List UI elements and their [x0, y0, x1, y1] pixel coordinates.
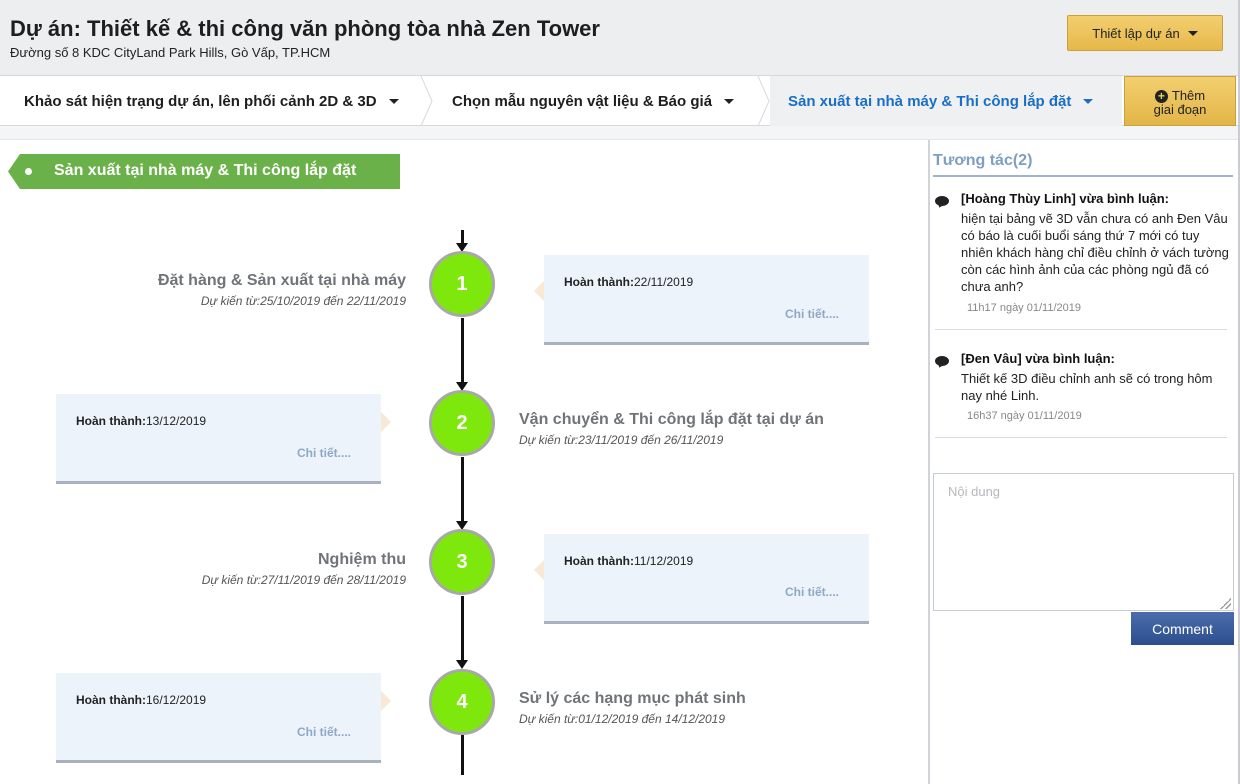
detail-link[interactable]: Chi tiết.... — [785, 307, 839, 321]
completed-date: Hoàn thành:13/12/2019 — [76, 414, 206, 428]
project-page: Dự án: Thiết kế & thi công văn phòng tòa… — [0, 0, 1240, 784]
completed-date: Hoàn thành:11/12/2019 — [564, 554, 693, 568]
stage-planned-date: Dự kiến từ:25/10/2019 đến 22/11/2019 — [200, 294, 406, 308]
completed-label: Hoàn thành: — [564, 275, 634, 289]
add-stage-line1: Thêm — [1171, 88, 1206, 103]
detail-link[interactable]: Chi tiết.... — [297, 446, 351, 460]
add-stage-line2: giai đoạn — [1153, 102, 1207, 118]
bullet-icon — [25, 168, 32, 175]
stage-title: Nghiệm thu — [318, 551, 406, 568]
completed-value: 11/12/2019 — [634, 554, 694, 568]
resize-handle-icon[interactable] — [1220, 598, 1231, 609]
comment-bubble-icon — [935, 196, 949, 206]
stage-node[interactable]: 3 — [429, 529, 495, 595]
chevron-down-icon — [724, 98, 735, 104]
comment-author: [Đen Vâu] vừa bình luận: — [961, 351, 1115, 366]
timeline-line — [461, 230, 464, 243]
timeline-line — [461, 318, 464, 382]
completed-label: Hoàn thành: — [564, 554, 634, 568]
card-pointer — [534, 560, 544, 580]
completed-date: Hoàn thành:16/12/2019 — [76, 693, 206, 707]
comment-bubble-icon — [935, 356, 949, 366]
card-pointer — [381, 691, 391, 711]
tab-label: Sản xuất tại nhà máy & Thi công lắp đặt — [788, 92, 1072, 110]
card-pointer — [534, 281, 544, 301]
project-header: Dự án: Thiết kế & thi công văn phòng tòa… — [0, 0, 1238, 76]
chevron-down-icon — [1083, 98, 1094, 104]
divider — [933, 175, 1233, 177]
comment-time: 16h37 ngày 01/11/2019 — [967, 410, 1082, 422]
tab-production[interactable]: Sản xuất tại nhà máy & Thi công lắp đặt — [770, 76, 1122, 126]
stage-card: Hoàn thành:11/12/2019 Chi tiết.... — [544, 534, 869, 624]
divider — [935, 437, 1227, 438]
chevron-down-icon — [388, 98, 399, 104]
project-address: Đường số 8 KDC CityLand Park Hills, Gò V… — [10, 45, 331, 60]
completed-value: 22/11/2019 — [634, 275, 694, 289]
tab-survey[interactable]: Khảo sát hiện trạng dự án, lên phối cảnh… — [0, 76, 424, 126]
divider — [0, 126, 1238, 140]
completed-date: Hoàn thành:22/11/2019 — [564, 275, 693, 289]
detail-link[interactable]: Chi tiết.... — [785, 585, 839, 599]
stage-planned-date: Dự kiến từ:27/11/2019 đến 28/11/2019 — [201, 573, 406, 587]
comment-text: Thiết kế 3D điều chỉnh anh sẽ có trong h… — [961, 371, 1213, 403]
divider — [935, 329, 1227, 330]
sidebar-title: Tương tác(2) — [933, 152, 1033, 169]
project-setup-label: Thiết lập dự án — [1092, 25, 1180, 41]
completed-label: Hoàn thành: — [76, 414, 146, 428]
tab-materials[interactable]: Chọn mẫu nguyên vật liệu & Báo giá — [434, 76, 762, 126]
card-pointer — [381, 412, 391, 432]
tab-separator — [757, 76, 770, 126]
stage-node[interactable]: 4 — [429, 669, 495, 735]
interaction-sidebar: Tương tác(2) [Hoàng Thùy Linh] vừa bình … — [928, 140, 1238, 784]
stage-node[interactable]: 2 — [429, 390, 495, 456]
stage-card: Hoàn thành:16/12/2019 Chi tiết.... — [56, 673, 381, 763]
completed-value: 13/12/2019 — [146, 414, 207, 428]
tab-separator — [420, 76, 433, 126]
tab-label: Khảo sát hiện trạng dự án, lên phối cảnh… — [24, 92, 377, 110]
stage-title: Vận chuyển & Thi công lắp đặt tại dự án — [519, 411, 824, 428]
comment-author: [Hoàng Thùy Linh] vừa bình luận: — [961, 191, 1170, 206]
stage-planned-date: Dự kiến từ:23/11/2019 đến 26/11/2019 — [519, 433, 724, 447]
chevron-down-icon — [1187, 30, 1198, 36]
comment-time: 11h17 ngày 01/11/2019 — [967, 302, 1081, 314]
tab-label: Chọn mẫu nguyên vật liệu & Báo giá — [452, 92, 713, 110]
section-banner: Sản xuất tại nhà máy & Thi công lắp đặt — [8, 154, 400, 189]
stage-title: Đặt hàng & Sản xuất tại nhà máy — [157, 272, 406, 289]
add-stage-button[interactable]: + Thêm giai đoạn — [1124, 76, 1236, 126]
stage-node[interactable]: 1 — [429, 251, 495, 317]
stage-card: Hoàn thành:22/11/2019 Chi tiết.... — [544, 255, 869, 345]
completed-value: 16/12/2019 — [146, 693, 207, 707]
timeline-line — [461, 596, 464, 660]
stage-card: Hoàn thành:13/12/2019 Chi tiết.... — [56, 394, 381, 484]
project-setup-button[interactable]: Thiết lập dự án — [1067, 15, 1223, 51]
completed-label: Hoàn thành: — [76, 693, 146, 707]
arrow-down-icon — [456, 660, 468, 669]
comment-input[interactable] — [933, 473, 1234, 611]
timeline-line — [461, 457, 464, 521]
stage-planned-date: Dự kiến từ:01/12/2019 đến 14/12/2019 — [519, 712, 726, 726]
comment-button[interactable]: Comment — [1131, 612, 1234, 645]
section-title: Sản xuất tại nhà máy & Thi công lắp đặt — [54, 162, 357, 179]
comment-text: hiện tại bảng vẽ 3D vẫn chưa có anh Đen … — [961, 211, 1229, 294]
detail-link[interactable]: Chi tiết.... — [297, 725, 351, 739]
stage-title: Sử lý các hạng mục phát sinh — [519, 690, 746, 707]
page-title: Dự án: Thiết kế & thi công văn phòng tòa… — [10, 16, 600, 41]
stage-tabs: Khảo sát hiện trạng dự án, lên phối cảnh… — [0, 76, 1238, 126]
timeline-line — [461, 735, 464, 775]
